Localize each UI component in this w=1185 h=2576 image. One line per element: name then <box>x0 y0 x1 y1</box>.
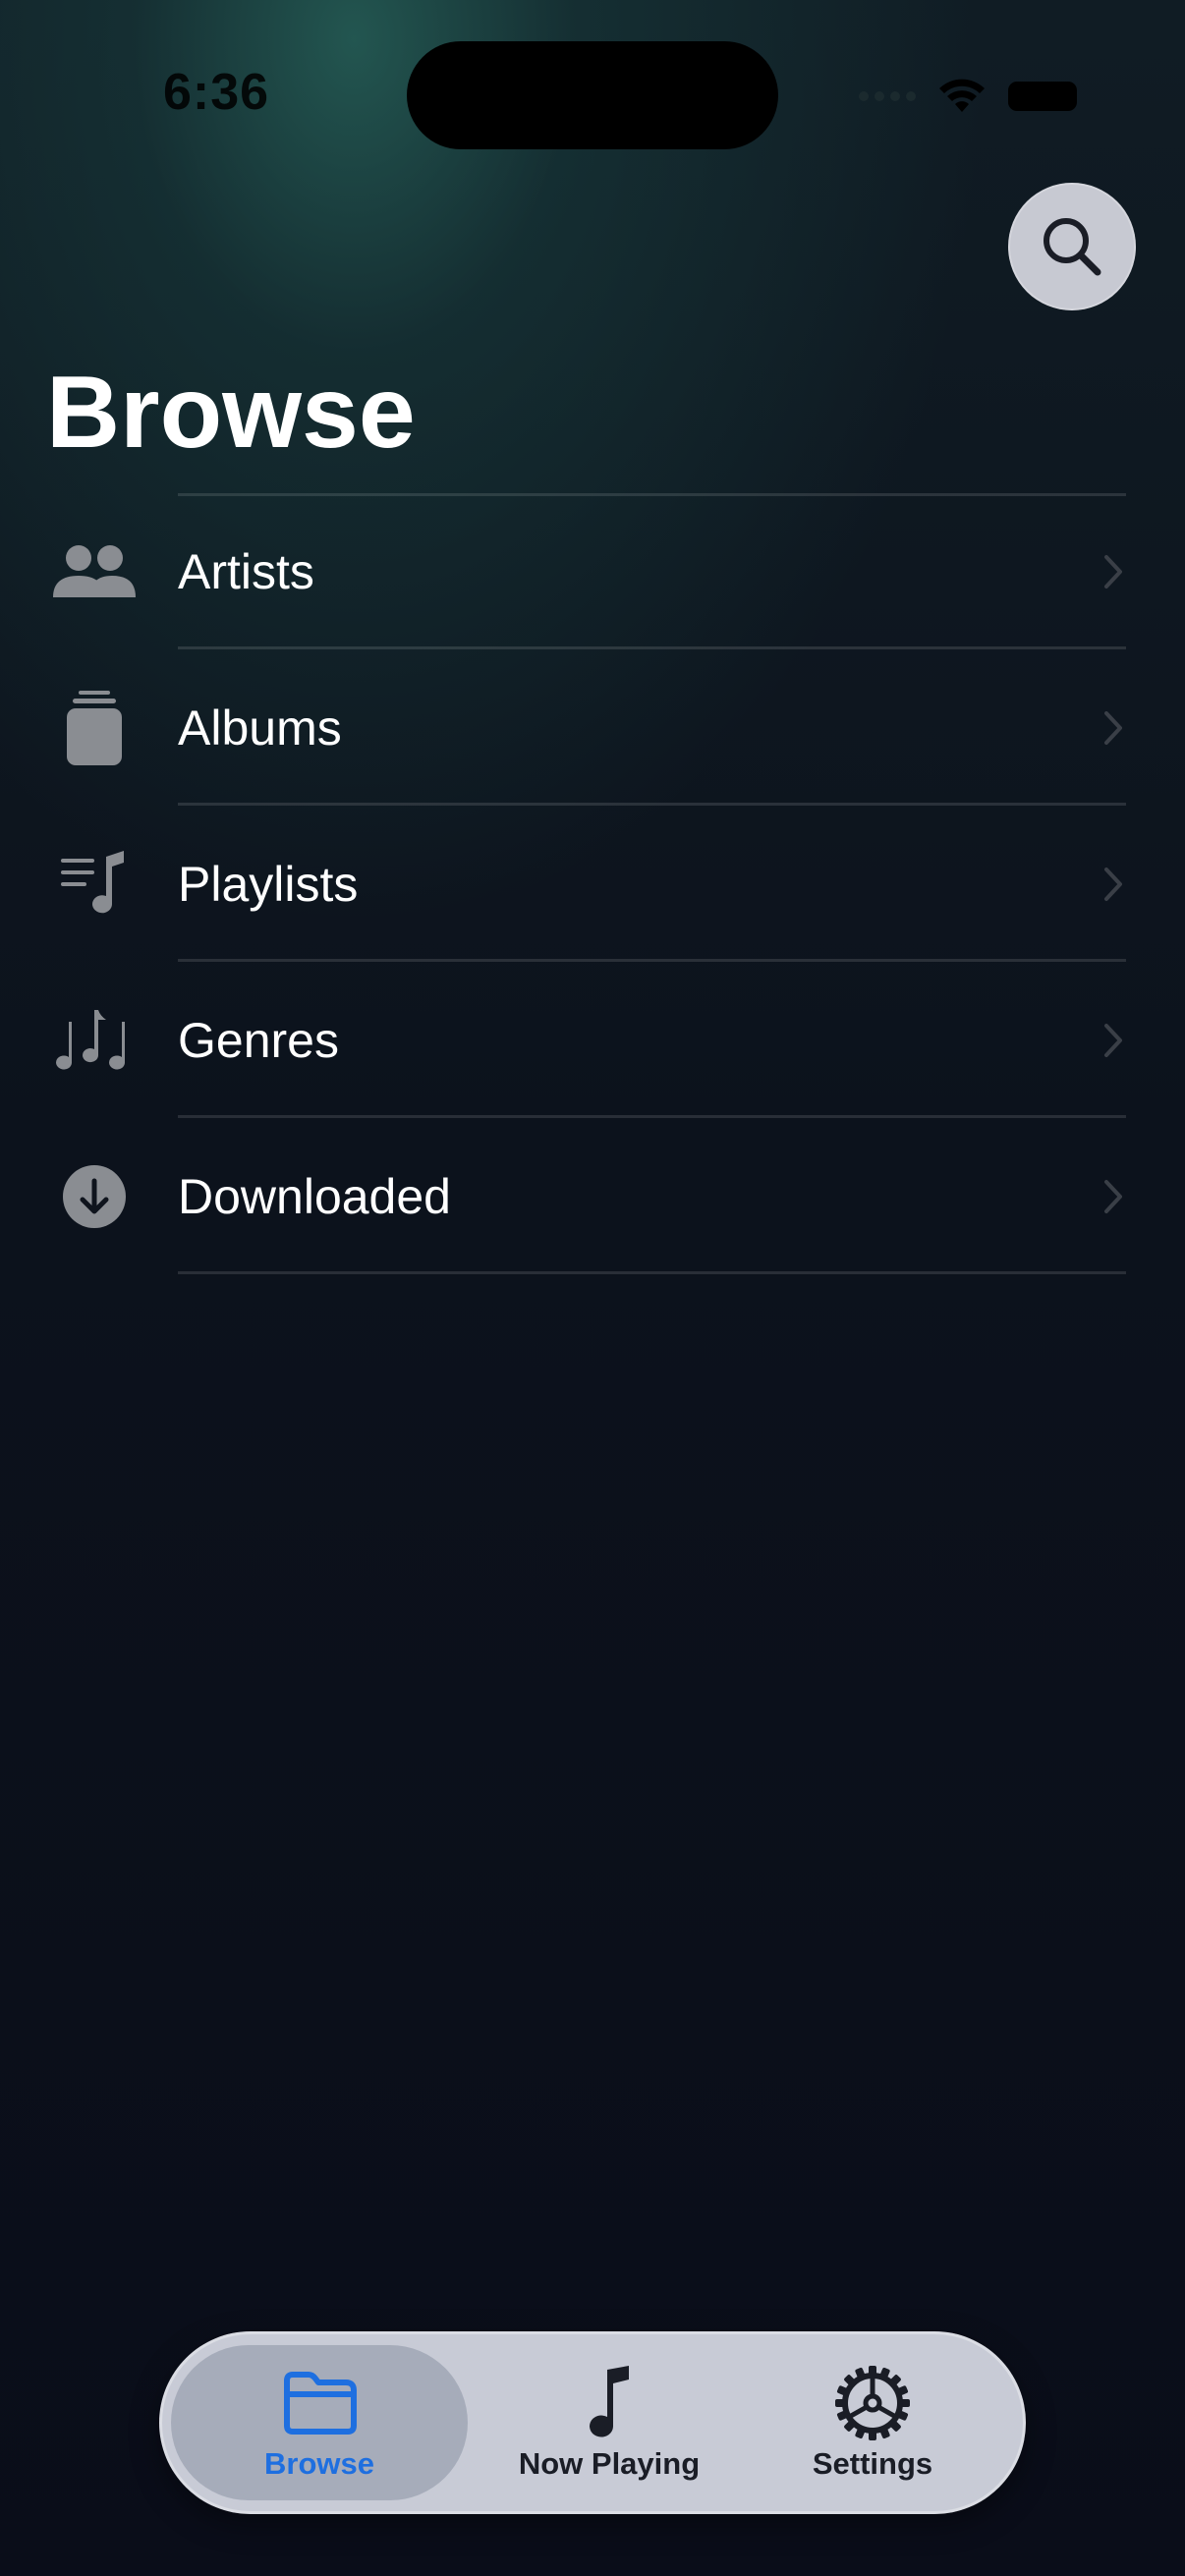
tab-bar: Browse Now Playing Settings <box>159 2331 1026 2514</box>
battery-icon <box>1008 82 1077 111</box>
list-item-label: Albums <box>178 700 342 756</box>
tab-label: Settings <box>812 2446 933 2481</box>
arrow-down-circle-fill-icon <box>49 1151 140 1242</box>
chevron-right-icon <box>1099 703 1128 753</box>
cellular-signal-icon <box>859 91 916 101</box>
chevron-right-icon <box>1099 860 1128 909</box>
tab-settings[interactable]: Settings <box>764 2345 981 2500</box>
music-note-list-icon <box>49 839 140 929</box>
wifi-icon <box>939 79 985 112</box>
list-item-artists[interactable]: Artists <box>0 493 1185 649</box>
search-button[interactable] <box>1008 183 1136 310</box>
browse-list: Artists Albums Playlists Genres Download… <box>0 493 1185 1274</box>
chevron-right-icon <box>1099 547 1128 596</box>
gear-icon <box>828 2364 917 2442</box>
list-item-albums[interactable]: Albums <box>0 649 1185 806</box>
tab-label: Now Playing <box>518 2446 701 2481</box>
page-title: Browse <box>46 356 416 470</box>
tab-now-playing[interactable]: Now Playing <box>501 2345 717 2500</box>
status-indicators <box>859 77 1077 116</box>
person-2-fill-icon <box>49 527 140 617</box>
list-item-label: Artists <box>178 543 314 599</box>
list-item-playlists[interactable]: Playlists <box>0 806 1185 962</box>
square-stack-icon <box>49 683 140 773</box>
chevron-right-icon <box>1099 1172 1128 1221</box>
music-note-icon <box>565 2364 653 2442</box>
list-item-downloaded[interactable]: Downloaded <box>0 1118 1185 1274</box>
tab-label: Browse <box>264 2446 374 2481</box>
magnifying-glass-icon <box>1044 218 1101 276</box>
status-time: 6:36 <box>163 64 270 121</box>
chevron-right-icon <box>1099 1016 1128 1065</box>
dynamic-island <box>407 41 778 149</box>
list-item-label: Playlists <box>178 856 359 912</box>
music-notes-icon <box>49 995 140 1086</box>
list-item-label: Genres <box>178 1012 339 1068</box>
divider <box>178 1271 1126 1274</box>
tab-browse[interactable]: Browse <box>171 2345 468 2500</box>
list-item-genres[interactable]: Genres <box>0 962 1185 1118</box>
folder-icon <box>275 2364 364 2442</box>
list-item-label: Downloaded <box>178 1168 451 1224</box>
